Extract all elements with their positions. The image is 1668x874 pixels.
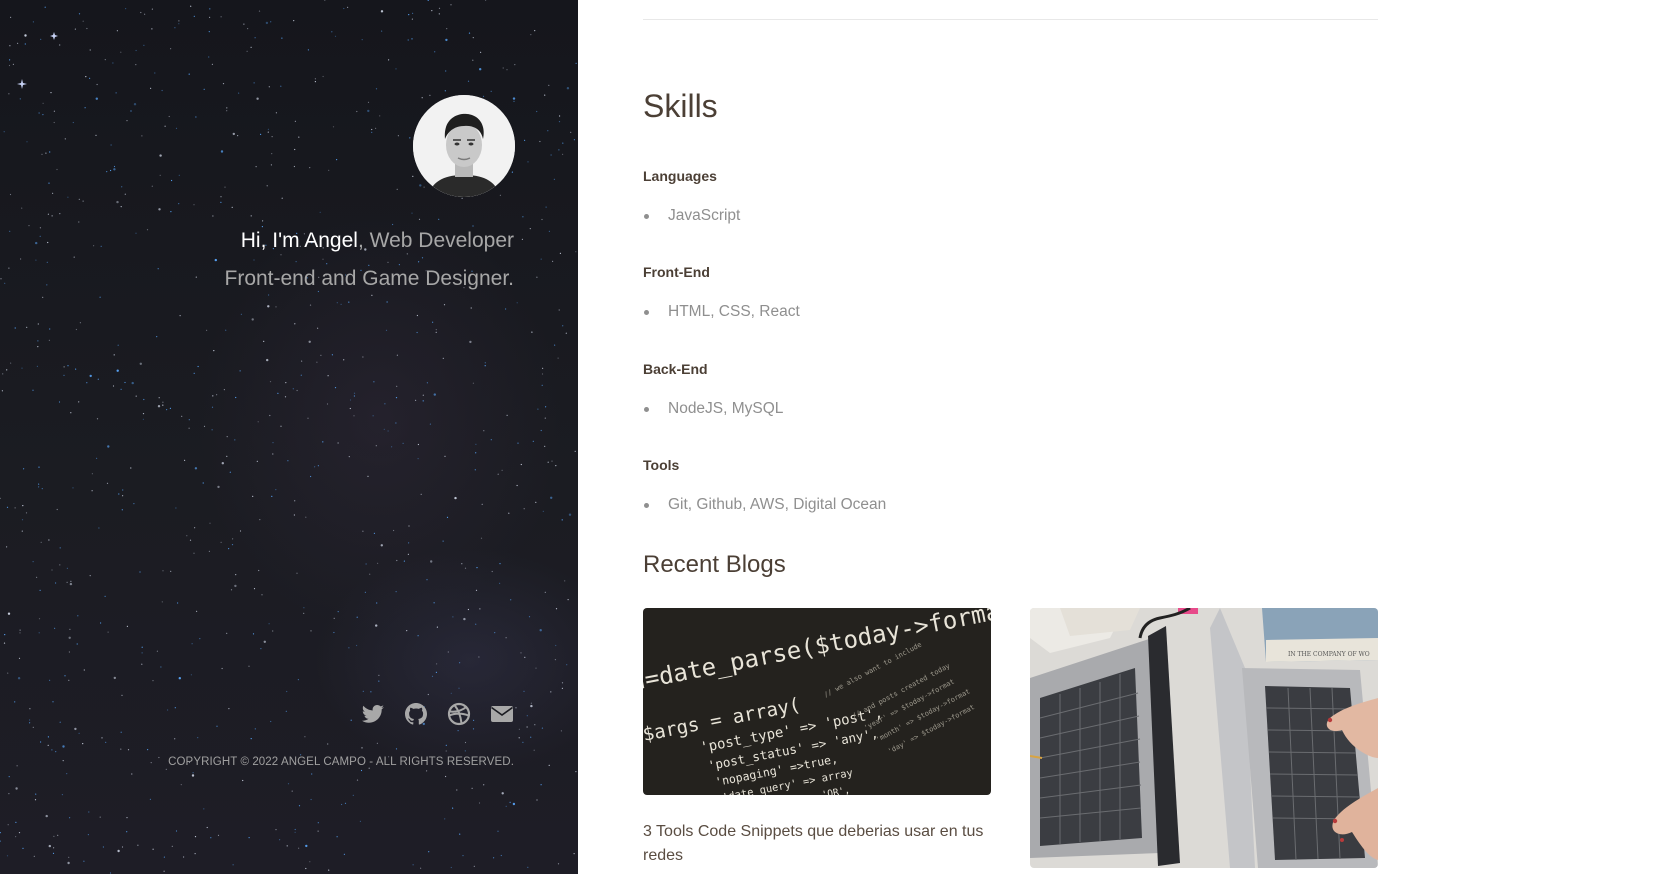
social-links: [361, 702, 514, 726]
laptops-desk-image[interactable]: IN THE COMPANY OF WO: [1030, 608, 1378, 868]
github-icon[interactable]: [404, 702, 428, 726]
blog-card[interactable]: IN THE COMPANY OF WO: [1030, 608, 1378, 868]
recent-blogs-heading: Recent Blogs: [643, 551, 786, 578]
dribbble-icon[interactable]: [447, 702, 471, 726]
intro-name: Hi, I'm Angel: [240, 229, 358, 252]
skill-item: NodeJS, MySQL: [643, 400, 783, 418]
skill-category-languages: Languages: [643, 168, 717, 184]
skills-heading: Skills: [643, 88, 718, 124]
skill-item: HTML, CSS, React: [643, 303, 800, 321]
mail-icon[interactable]: [490, 702, 514, 726]
skill-category-front-end: Front-End: [643, 264, 710, 280]
skill-item: JavaScript: [643, 207, 740, 225]
svg-text:IN THE COMPANY OF WO: IN THE COMPANY OF WO: [1288, 651, 1370, 658]
code-screen-image[interactable]: d=date_parse($today->format $args = arra…: [643, 608, 991, 795]
twitter-icon[interactable]: [361, 702, 385, 726]
skill-category-tools: Tools: [643, 457, 680, 473]
copyright-text: COPYRIGHT © 2022 ANGEL CAMPO - ALL RIGHT…: [168, 756, 514, 768]
blog-title[interactable]: 3 Tools Code Snippets que deberias usar …: [643, 820, 991, 868]
skill-category-back-end: Back-End: [643, 361, 708, 377]
bullet-dot: [644, 309, 649, 315]
sidebar: Hi, I'm Angel, Web Developer Front-end a…: [0, 0, 578, 874]
top-divider: [643, 19, 1378, 20]
blog-card[interactable]: d=date_parse($today->format $args = arra…: [643, 608, 991, 864]
intro-role-2: Front-end and Game Designer.: [224, 267, 515, 290]
skill-item: Git, Github, AWS, Digital Ocean: [643, 496, 886, 514]
intro-text: Hi, I'm Angel, Web Developer Front-end a…: [94, 222, 515, 298]
intro-role-1: Web Developer: [369, 229, 514, 252]
bullet-dot: [644, 213, 649, 219]
bullet-dot: [644, 502, 649, 508]
bullet-dot: [644, 406, 649, 412]
intro-comma: ,: [357, 229, 370, 252]
avatar: [413, 95, 515, 197]
